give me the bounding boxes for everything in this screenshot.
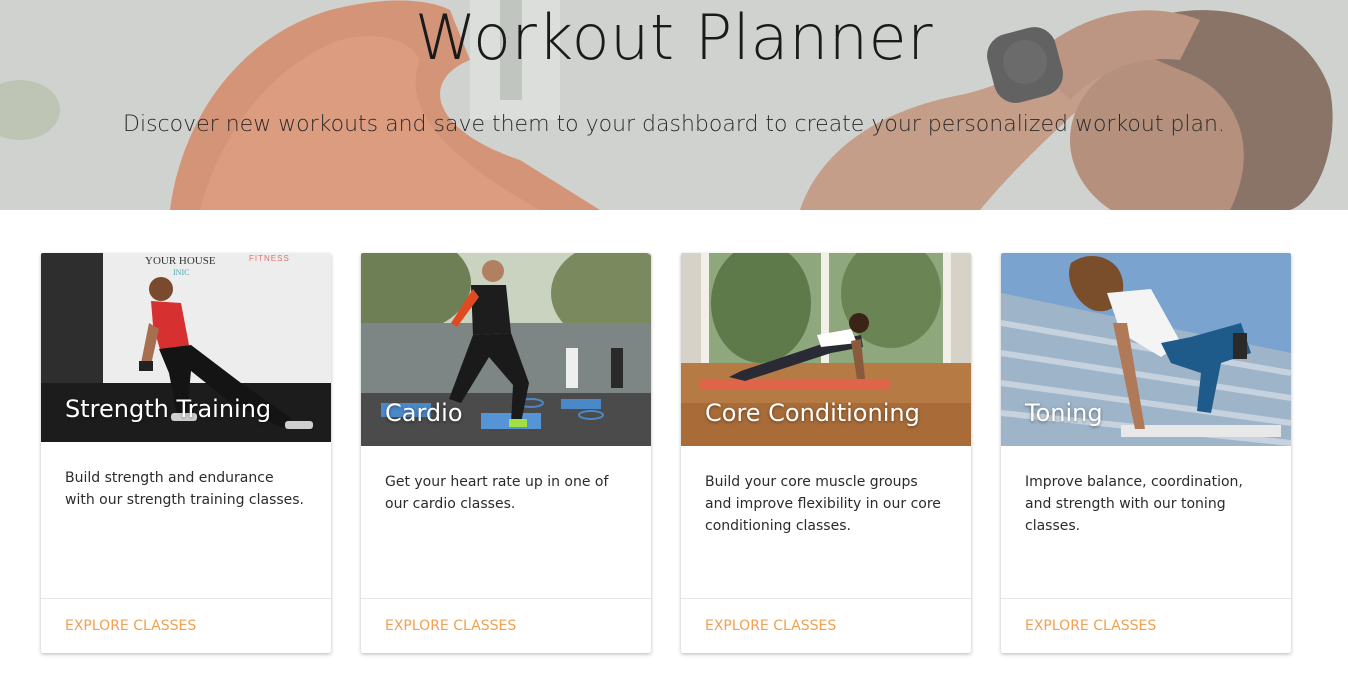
- page-title: Workout Planner: [414, 1, 934, 74]
- card-title: Toning: [1025, 399, 1103, 427]
- image-text-sub: INIC: [173, 268, 189, 277]
- card-image[interactable]: YOUR HOUSE INIC FITNESS Strength Trainin…: [41, 253, 331, 442]
- card-image[interactable]: Toning: [1001, 253, 1291, 446]
- card-title: Strength Training: [65, 395, 272, 423]
- card-description: Build your core muscle groups and improv…: [705, 474, 941, 534]
- card-description: Improve balance, coordination, and stren…: [1025, 474, 1243, 534]
- explore-classes-link[interactable]: EXPLORE CLASSES: [385, 616, 516, 636]
- card-title: Core Conditioning: [705, 399, 920, 427]
- explore-classes-link[interactable]: EXPLORE CLASSES: [1025, 616, 1156, 636]
- card-title: Cardio: [385, 399, 463, 427]
- card-action-bar: EXPLORE CLASSES: [1001, 598, 1291, 653]
- card-cardio: Cardio Get your heart rate up in one of …: [361, 253, 651, 653]
- card-core-conditioning: Core Conditioning Build your core muscle…: [681, 253, 971, 653]
- card-action-bar: EXPLORE CLASSES: [361, 598, 651, 653]
- card-toning: Toning Improve balance, coordination, an…: [1001, 253, 1291, 653]
- card-image[interactable]: Core Conditioning: [681, 253, 971, 446]
- card-image[interactable]: Cardio: [361, 253, 651, 446]
- image-text-fitness: FITNESS: [249, 254, 290, 263]
- explore-classes-link[interactable]: EXPLORE CLASSES: [705, 616, 836, 636]
- page-subtitle: Discover new workouts and save them to y…: [123, 112, 1225, 137]
- image-text-brand: YOUR HOUSE: [145, 255, 216, 267]
- card-strength-training: YOUR HOUSE INIC FITNESS Strength Trainin…: [41, 253, 331, 653]
- card-description: Get your heart rate up in one of our car…: [385, 474, 609, 512]
- explore-classes-link[interactable]: EXPLORE CLASSES: [65, 616, 196, 636]
- card-description: Build strength and endurance with our st…: [65, 470, 305, 508]
- card-action-bar: EXPLORE CLASSES: [41, 598, 331, 653]
- workout-category-cards: YOUR HOUSE INIC FITNESS Strength Trainin…: [41, 253, 1301, 653]
- hero-banner: Workout Planner Discover new workouts an…: [0, 0, 1348, 210]
- card-action-bar: EXPLORE CLASSES: [681, 598, 971, 653]
